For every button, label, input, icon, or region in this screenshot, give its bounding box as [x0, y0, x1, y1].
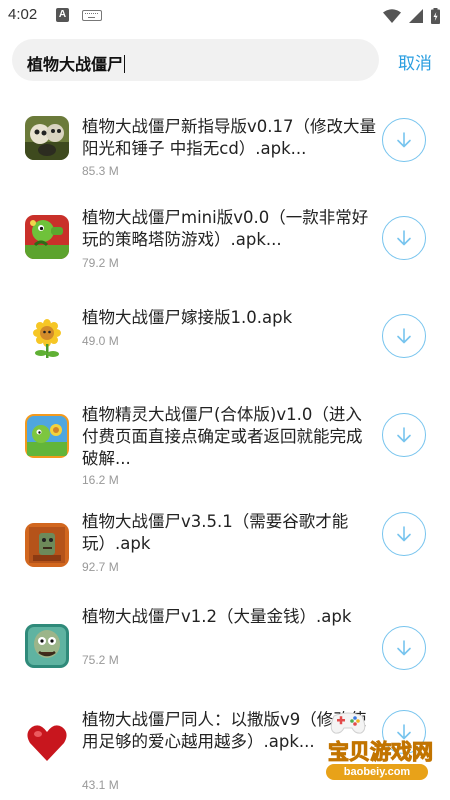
cancel-button[interactable]: 取消: [398, 49, 432, 74]
zombie-head-icon: [25, 624, 69, 668]
download-arrow-icon: [397, 427, 411, 443]
download-arrow-icon: [397, 328, 411, 344]
app-size: 92.7 M: [82, 560, 119, 574]
watermark-url: baobeiy.com: [326, 764, 428, 780]
download-arrow-icon: [397, 526, 411, 542]
site-watermark: 宝贝游戏网 baobeiy.com: [318, 708, 438, 780]
app-size: 16.2 M: [82, 473, 119, 487]
app-size: 43.1 M: [82, 778, 119, 792]
heart-icon: [25, 721, 69, 765]
app-title: 植物大战僵尸新指导版v0.17（修改大量阳光和锤子 中指无cd）.apk...: [82, 117, 377, 158]
download-button[interactable]: [382, 314, 426, 358]
watermark-name: 宝贝游戏网: [328, 740, 434, 765]
download-arrow-icon: [397, 640, 411, 656]
list-item[interactable]: 植物大战僵尸mini版v0.0（一款非常好玩的策略塔防游戏）.apk... 79…: [0, 192, 450, 292]
zombie-poster-icon: [25, 523, 69, 567]
plant-sprite-game-icon: [25, 414, 69, 458]
gamepad-logo-icon: [330, 712, 366, 734]
search-results-list: 植物大战僵尸新指导版v0.17（修改大量阳光和锤子 中指无cd）.apk... …: [0, 92, 450, 800]
app-title: 植物精灵大战僵尸(合体版)v1.0（进入付费页面直接点确定或者返回就能完成破解.…: [82, 405, 363, 468]
app-title: 植物大战僵尸mini版v0.0（一款非常好玩的策略塔防游戏）.apk...: [82, 208, 369, 249]
download-arrow-icon: [397, 132, 411, 148]
search-bar: 植物大战僵尸 取消: [0, 38, 450, 84]
keyboard-icon: [82, 10, 102, 21]
list-item[interactable]: 植物大战僵尸新指导版v0.17（修改大量阳光和锤子 中指无cd）.apk... …: [0, 92, 450, 192]
status-time: 4:02: [8, 6, 38, 23]
zombie-game-icon: [25, 116, 69, 160]
list-item[interactable]: 植物大战僵尸v3.5.1（需要谷歌才能玩）.apk 92.7 M: [0, 504, 450, 600]
download-button[interactable]: [382, 118, 426, 162]
app-title: 植物大战僵尸嫁接版1.0.apk: [82, 308, 293, 327]
sunflower-icon: [25, 317, 69, 361]
download-arrow-icon: [397, 230, 411, 246]
list-item[interactable]: 植物大战僵尸嫁接版1.0.apk 49.0 M: [0, 292, 450, 392]
list-item[interactable]: 植物精灵大战僵尸(合体版)v1.0（进入付费页面直接点确定或者返回就能完成破解.…: [0, 392, 450, 504]
peashooter-game-icon: [25, 215, 69, 259]
app-size: 75.2 M: [82, 653, 119, 667]
app-size: 49.0 M: [82, 334, 119, 348]
battery-icon: [431, 8, 440, 24]
app-size: 85.3 M: [82, 164, 119, 178]
download-button[interactable]: [382, 626, 426, 670]
download-button[interactable]: [382, 512, 426, 556]
text-caret: [124, 55, 126, 73]
download-button[interactable]: [382, 413, 426, 457]
signal-icon: [409, 9, 423, 23]
list-item[interactable]: 植物大战僵尸v1.2（大量金钱）.apk 75.2 M: [0, 600, 450, 700]
app-title: 植物大战僵尸v1.2（大量金钱）.apk: [82, 607, 352, 626]
status-bar: 4:02 A: [0, 0, 450, 32]
search-input[interactable]: 植物大战僵尸: [12, 39, 379, 81]
notification-a-icon: A: [56, 8, 69, 22]
app-size: 79.2 M: [82, 256, 119, 270]
wifi-icon: [383, 9, 401, 23]
download-button[interactable]: [382, 216, 426, 260]
app-title: 植物大战僵尸v3.5.1（需要谷歌才能玩）.apk: [82, 512, 349, 553]
search-query: 植物大战僵尸: [27, 55, 124, 74]
